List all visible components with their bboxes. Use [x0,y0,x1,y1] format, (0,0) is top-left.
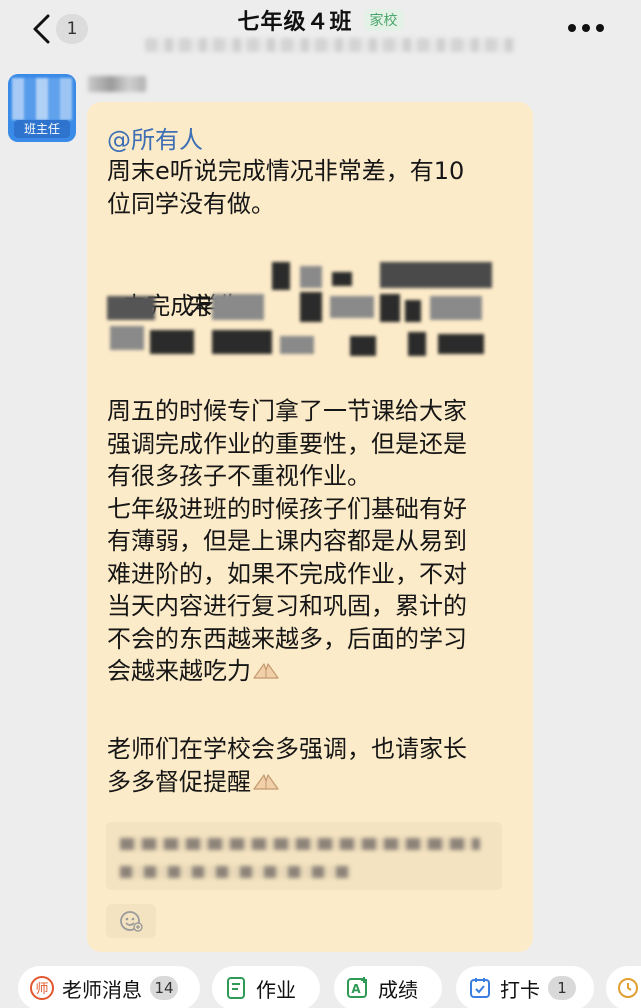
message-paragraph-1: 周末e听说完成情况非常差，有10 位同学没有做。 [107,157,465,218]
more-tools-chip[interactable] [606,966,641,1008]
blurred-quote-line [120,838,480,850]
homework-chip[interactable]: 作业 [212,966,320,1008]
svg-text:A: A [351,982,361,996]
pixelated-name [405,300,421,322]
pixelated-name [280,336,314,354]
emoji-icon [120,911,143,932]
pixelated-name [380,262,492,288]
message-paragraph-3: 周五的时候专门拿了一节课给大家 强调完成作业的重要性，但是还是 有很多孩子不重视… [107,395,517,688]
teacher-messages-label: 老师消息 [62,977,142,1002]
mention-all[interactable]: @所有人 [107,120,203,155]
blurred-sender-name [88,76,146,92]
hand-emoji-icon [253,773,279,790]
checkin-label: 打卡 [500,977,540,1002]
hand-emoji-icon [253,663,279,679]
sender-avatar[interactable]: 班主任 [8,74,76,142]
checkin-count: 1 [548,976,576,1000]
pixelated-name [430,296,482,320]
blurred-subtitle [145,38,515,52]
pixelated-name [300,266,322,288]
teacher-icon: 师 [30,976,54,1000]
pixelated-name [150,330,194,354]
emoji-reaction-button[interactable] [106,904,156,938]
grades-icon: A [347,977,367,998]
blurred-quote-box [106,822,502,890]
avatar-role-label: 班主任 [14,120,70,138]
avatar-mosaic [12,78,72,120]
checkin-icon [470,978,490,998]
bottom-quick-bar: 师 老师消息 14 作业 A 成绩 打卡 1 [0,958,641,1008]
homework-icon [227,977,245,999]
pixelated-name [300,292,322,322]
blurred-quote-line [120,866,350,878]
pixelated-name [350,336,376,356]
checkin-chip[interactable]: 打卡 1 [456,966,594,1008]
homework-label: 作业 [256,977,296,1002]
title-wrap: 七年级４班 家校 [0,4,641,36]
pixelated-name [380,294,400,322]
pixelated-name [212,330,272,354]
chat-title: 七年级４班 [237,10,353,35]
svg-text:师: 师 [35,982,48,997]
pixelated-name [272,262,290,290]
pixelated-name [438,334,484,354]
pixelated-name [408,332,426,356]
teacher-messages-count: 14 [150,976,178,1000]
teacher-messages-chip[interactable]: 师 老师消息 14 [18,966,200,1008]
pixelated-name [107,296,155,320]
message-paragraph-4: 老师们在学校会多强调，也请家长 多多督促提醒 [107,733,517,798]
pixelated-name [212,294,264,320]
grades-chip[interactable]: A 成绩 [334,966,442,1008]
pixelated-name [110,326,144,350]
history-icon [618,978,638,998]
pixelated-name [332,272,352,286]
paragraph-4-text: 老师们在学校会多强调，也请家长 多多督促提醒 [107,735,467,796]
grades-label: 成绩 [378,977,418,1002]
more-icon[interactable] [566,22,606,34]
paragraph-3-text: 周五的时候专门拿了一节课给大家 强调完成作业的重要性，但是还是 有很多孩子不重视… [107,397,467,685]
chat-header: 1 七年级４班 家校 [0,0,641,64]
pixelated-name [330,296,374,318]
school-tag: 家校 [363,9,404,31]
